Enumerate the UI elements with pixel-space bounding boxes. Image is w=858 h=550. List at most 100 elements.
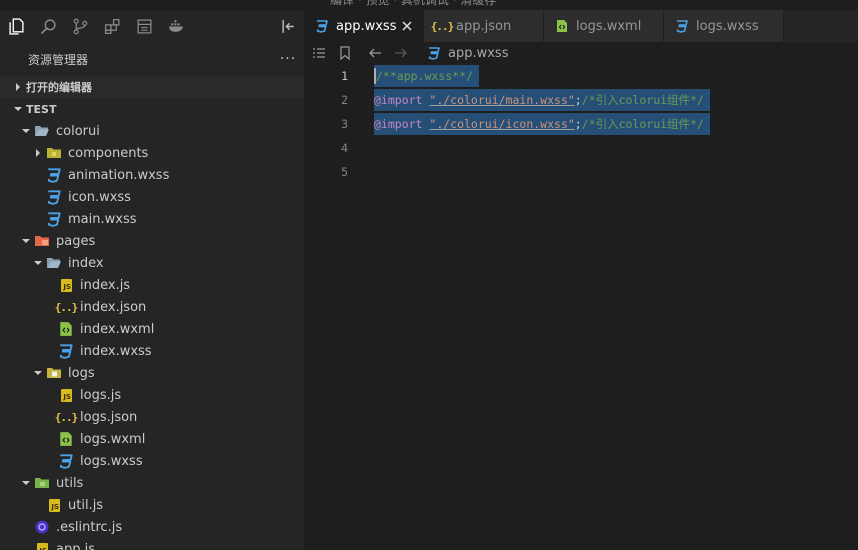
- tree-item[interactable]: colorui: [0, 120, 304, 142]
- tree-item-label: index: [68, 255, 104, 271]
- tree-item[interactable]: JS util.js: [0, 494, 304, 516]
- code-editor[interactable]: 1 /**app.wxss**/ 2 @import "./colorui/main.…: [304, 64, 858, 550]
- css-icon: [426, 45, 442, 61]
- code-line[interactable]: 4: [304, 136, 858, 160]
- tree-item[interactable]: JS index.js: [0, 274, 304, 296]
- folder-utils-icon: [34, 475, 50, 491]
- file-tree: colorui components animation.wxss icon.wxss…: [0, 120, 304, 550]
- tree-item[interactable]: JS logs.js: [0, 384, 304, 406]
- tree-item-label: animation.wxss: [68, 167, 170, 183]
- code-token: /**app.wxss**/: [376, 69, 473, 83]
- tree-item[interactable]: .eslintrc.js: [0, 516, 304, 538]
- code-line[interactable]: 5: [304, 160, 858, 184]
- open-editors-section[interactable]: 打开的编辑器: [0, 76, 304, 98]
- tree-item[interactable]: index.wxml: [0, 318, 304, 340]
- code-token: ;: [574, 93, 582, 107]
- back-arrow-icon[interactable]: [364, 42, 386, 64]
- code-token: @import: [374, 93, 430, 107]
- chevron-down-icon: [10, 105, 26, 113]
- close-icon[interactable]: [399, 18, 415, 34]
- wxml-icon: [58, 431, 74, 447]
- js-icon: JS: [61, 278, 72, 292]
- tab-logs-wxml[interactable]: logs.wxml: [544, 10, 664, 42]
- tree-item-label: .eslintrc.js: [56, 519, 123, 535]
- tree-item[interactable]: index.wxss: [0, 340, 304, 362]
- code-token: "./colorui/icon.wxss": [429, 117, 575, 131]
- forward-arrow-icon[interactable]: [390, 42, 412, 64]
- code-line[interactable]: 2 @import "./colorui/main.wxss";/*引入color…: [304, 88, 858, 112]
- chevron-right-icon: [10, 83, 26, 91]
- tree-item[interactable]: {..} logs.json: [0, 406, 304, 428]
- code-line[interactable]: 3 @import "./colorui/icon.wxss";/*引入color…: [304, 112, 858, 136]
- tree-item-label: index.json: [80, 299, 147, 315]
- tree-item-label: logs.wxml: [80, 431, 146, 447]
- explorer-header: 资源管理器 ···: [0, 42, 304, 76]
- code-token: @import: [374, 117, 430, 131]
- code-content: @import "./colorui/icon.wxss";/*引入coloru…: [374, 113, 710, 135]
- tab-label: logs.wxss: [696, 18, 759, 34]
- tree-item[interactable]: main.wxss: [0, 208, 304, 230]
- css-icon: [58, 343, 74, 359]
- menu-strip: 编译 · 预览 · 真机调试 · 清缓存: [330, 0, 497, 7]
- css-icon: [674, 18, 690, 34]
- tree-item-label: index.wxml: [80, 321, 155, 337]
- tree-item[interactable]: logs.wxml: [0, 428, 304, 450]
- js-icon: JS: [61, 388, 72, 402]
- extensions-icon[interactable]: [96, 10, 128, 42]
- chevron-down-icon: [18, 237, 34, 245]
- line-number: 2: [341, 93, 348, 107]
- debug-icon[interactable]: [128, 10, 160, 42]
- tab-label: logs.wxml: [576, 18, 642, 34]
- line-number: 1: [341, 69, 348, 83]
- bookmark-icon[interactable]: [334, 42, 356, 64]
- tree-item[interactable]: pages: [0, 230, 304, 252]
- folder-open-icon: [46, 255, 62, 271]
- tree-item[interactable]: logs.wxss: [0, 450, 304, 472]
- tab-app-json[interactable]: {..} app.json: [424, 10, 544, 42]
- tab-label: app.json: [456, 18, 512, 34]
- tree-item[interactable]: icon.wxss: [0, 186, 304, 208]
- tree-item[interactable]: {..} index.json: [0, 296, 304, 318]
- tree-item[interactable]: JS app.js: [0, 538, 304, 550]
- workspace-root-section[interactable]: TEST: [0, 98, 304, 120]
- json-icon: {..}: [54, 300, 79, 314]
- tree-item[interactable]: animation.wxss: [0, 164, 304, 186]
- code-token: "./colorui/main.wxss": [429, 93, 575, 107]
- activity-bar: [0, 10, 304, 42]
- tree-item[interactable]: index: [0, 252, 304, 274]
- list-icon[interactable]: [308, 42, 330, 64]
- line-number: 3: [341, 117, 348, 131]
- breadcrumb[interactable]: app.wxss: [426, 45, 508, 61]
- tree-item[interactable]: utils: [0, 472, 304, 494]
- tree-item[interactable]: logs: [0, 362, 304, 384]
- tree-item-label: logs.js: [80, 387, 122, 403]
- code-content: @import "./colorui/main.wxss";/*引入coloru…: [374, 89, 710, 111]
- collapse-panel-icon[interactable]: [272, 10, 304, 42]
- chevron-down-icon: [30, 369, 46, 377]
- tab-logs-wxss[interactable]: logs.wxss: [664, 10, 784, 42]
- tree-item-label: utils: [56, 475, 84, 491]
- editor-toolbar: app.wxss: [304, 42, 858, 64]
- tree-item-label: index.wxss: [80, 343, 152, 359]
- code-token: ;: [574, 117, 582, 131]
- search-icon[interactable]: [32, 10, 64, 42]
- workspace-root-label: TEST: [26, 102, 57, 116]
- source-control-icon[interactable]: [64, 10, 96, 42]
- docker-icon[interactable]: [160, 10, 192, 42]
- chevron-down-icon: [30, 259, 46, 267]
- tab-app-wxss[interactable]: app.wxss: [304, 10, 424, 42]
- json-icon: {..}: [54, 410, 79, 424]
- tree-item[interactable]: components: [0, 142, 304, 164]
- code-token: /*引入colorui组件*/: [581, 93, 704, 107]
- open-editors-label: 打开的编辑器: [26, 81, 92, 94]
- tree-item-label: logs.json: [80, 409, 138, 425]
- wxml-icon: [58, 321, 74, 337]
- explorer-icon[interactable]: [0, 10, 32, 42]
- wxml-icon: [554, 18, 570, 34]
- code-line[interactable]: 1 /**app.wxss**/: [304, 64, 858, 88]
- tree-item-label: icon.wxss: [68, 189, 131, 205]
- tree-item-label: index.js: [80, 277, 131, 293]
- tab-label: app.wxss: [336, 18, 397, 34]
- more-actions-button[interactable]: ···: [272, 51, 304, 67]
- tree-item-label: colorui: [56, 123, 100, 139]
